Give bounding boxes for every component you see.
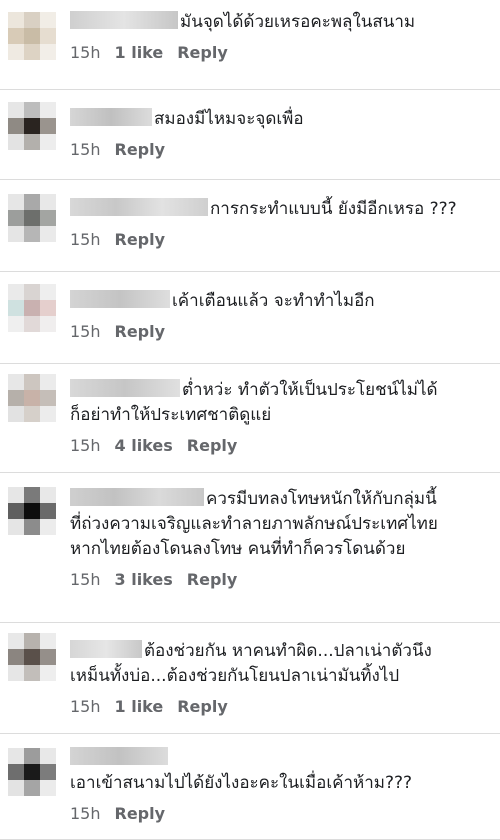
comment-text-line: ควรมีบทลงโทษหนักให้กับกลุ่มนี้ [70, 487, 494, 512]
comment-item: ต่ำหว่ะ ทำตัวให้เป็นประโยชน์ไม่ได้ก็อย่า… [0, 364, 500, 473]
reply-button[interactable]: Reply [177, 697, 228, 716]
comment-text-line: สมองมีไหมจะจุดเพื่อ [70, 107, 494, 132]
comment-text-line: ต่ำหว่ะ ทำตัวให้เป็นประโยชน์ไม่ได้ [70, 378, 494, 403]
avatar[interactable] [8, 633, 56, 681]
comment-item: ต้องช่วยกัน หาคนทำผิด...ปลาเน่าตัวนึงเหม… [0, 623, 500, 734]
comment-text: ควรมีบทลงโทษหนักให้กับกลุ่มนี้ [206, 489, 437, 509]
comment-text: ต้องช่วยกัน หาคนทำผิด...ปลาเน่าตัวนึง [144, 641, 432, 661]
avatar[interactable] [8, 374, 56, 422]
comment-text: เค้าเตือนแล้ว จะทำทำไมอีก [172, 291, 375, 311]
comment-timestamp[interactable]: 15h [70, 43, 101, 62]
reply-button[interactable]: Reply [115, 322, 166, 341]
comment-item: ควรมีบทลงโทษหนักให้กับกลุ่มนี้ที่ถ่วงควา… [0, 473, 500, 623]
commenter-name[interactable] [70, 11, 178, 29]
comment-timestamp[interactable]: 15h [70, 140, 101, 159]
avatar[interactable] [8, 194, 56, 242]
comment-text: มันจุดได้ด้วยเหรอคะพลุในสนาม [180, 12, 416, 32]
comment-text: สมองมีไหมจะจุดเพื่อ [154, 109, 304, 129]
commenter-name[interactable] [70, 379, 180, 397]
comment-meta: 15h Reply [70, 804, 494, 823]
comment-text-line: ต้องช่วยกัน หาคนทำผิด...ปลาเน่าตัวนึง [70, 639, 494, 664]
comment-text-line: เหม็นทั้งบ่อ...ต้องช่วยกันโยนปลาเน่ามันท… [70, 664, 494, 689]
comment-timestamp[interactable]: 15h [70, 697, 101, 716]
reply-button[interactable]: Reply [115, 230, 166, 249]
comment-text: การกระทำแบบนี้ ยังมีอีกเหรอ ??? [210, 199, 457, 219]
comment-meta: 15h 1 like Reply [70, 697, 494, 716]
comment-timestamp[interactable]: 15h [70, 230, 101, 249]
avatar[interactable] [8, 284, 56, 332]
commenter-name[interactable] [70, 488, 204, 506]
reply-button[interactable]: Reply [187, 570, 238, 589]
comment-text: ที่ถ่วงความเจริญและทำลายภาพลักษณ์ประเทศไ… [70, 514, 438, 534]
comment-meta: 15h Reply [70, 140, 494, 159]
comment-list: มันจุดได้ด้วยเหรอคะพลุในสนาม 15h 1 like Rep… [0, 0, 500, 840]
reply-button[interactable]: Reply [115, 140, 166, 159]
like-count[interactable]: 3 likes [115, 570, 173, 589]
comment-timestamp[interactable]: 15h [70, 436, 101, 455]
comment-text-line: ก็อย่าทำให้ประเทศชาติดูแย่ [70, 403, 494, 428]
comment-text-line: เอาเข้าสนามไปได้ยังไงอะคะในเมื่อเค้าห้าม… [70, 771, 494, 796]
comment-item: การกระทำแบบนี้ ยังมีอีกเหรอ ??? 15h Reply [0, 180, 500, 272]
comment-text: ต่ำหว่ะ ทำตัวให้เป็นประโยชน์ไม่ได้ [182, 380, 438, 400]
comment-text-line: เค้าเตือนแล้ว จะทำทำไมอีก [70, 289, 494, 314]
comment-text: ก็อย่าทำให้ประเทศชาติดูแย่ [70, 405, 272, 425]
comment-meta: 15h 1 like Reply [70, 43, 494, 62]
commenter-name[interactable] [70, 108, 152, 126]
comment-item: เค้าเตือนแล้ว จะทำทำไมอีก 15h Reply [0, 272, 500, 364]
comment-meta: 15h 3 likes Reply [70, 570, 494, 589]
comment-item: เอาเข้าสนามไปได้ยังไงอะคะในเมื่อเค้าห้าม… [0, 734, 500, 840]
like-count[interactable]: 4 likes [115, 436, 173, 455]
reply-button[interactable]: Reply [187, 436, 238, 455]
comment-text-line: หากไทยต้องโดนลงโทษ คนที่ทำก็ควรโดนด้วย [70, 537, 494, 562]
comment-item: สมองมีไหมจะจุดเพื่อ 15h Reply [0, 90, 500, 180]
comment-meta: 15h 4 likes Reply [70, 436, 494, 455]
like-count[interactable]: 1 like [115, 697, 164, 716]
comment-timestamp[interactable]: 15h [70, 322, 101, 341]
commenter-name[interactable] [70, 198, 208, 216]
reply-button[interactable]: Reply [177, 43, 228, 62]
like-count[interactable]: 1 like [115, 43, 164, 62]
comment-text: เหม็นทั้งบ่อ...ต้องช่วยกันโยนปลาเน่ามันท… [70, 666, 400, 686]
commenter-name[interactable] [70, 290, 170, 308]
comment-meta: 15h Reply [70, 322, 494, 341]
comment-item: มันจุดได้ด้วยเหรอคะพลุในสนาม 15h 1 like Rep… [0, 0, 500, 90]
comment-text-line: ที่ถ่วงความเจริญและทำลายภาพลักษณ์ประเทศไ… [70, 512, 494, 537]
commenter-name[interactable] [70, 747, 168, 765]
comment-meta: 15h Reply [70, 230, 494, 249]
comment-text: หากไทยต้องโดนลงโทษ คนที่ทำก็ควรโดนด้วย [70, 539, 406, 559]
avatar[interactable] [8, 12, 56, 60]
commenter-name[interactable] [70, 640, 142, 658]
comment-timestamp[interactable]: 15h [70, 804, 101, 823]
comment-timestamp[interactable]: 15h [70, 570, 101, 589]
comment-text: เอาเข้าสนามไปได้ยังไงอะคะในเมื่อเค้าห้าม… [70, 773, 413, 793]
comment-text-line: มันจุดได้ด้วยเหรอคะพลุในสนาม [70, 10, 494, 35]
comment-text-line: การกระทำแบบนี้ ยังมีอีกเหรอ ??? [70, 197, 494, 222]
avatar[interactable] [8, 748, 56, 796]
reply-button[interactable]: Reply [115, 804, 166, 823]
avatar[interactable] [8, 102, 56, 150]
avatar[interactable] [8, 487, 56, 535]
